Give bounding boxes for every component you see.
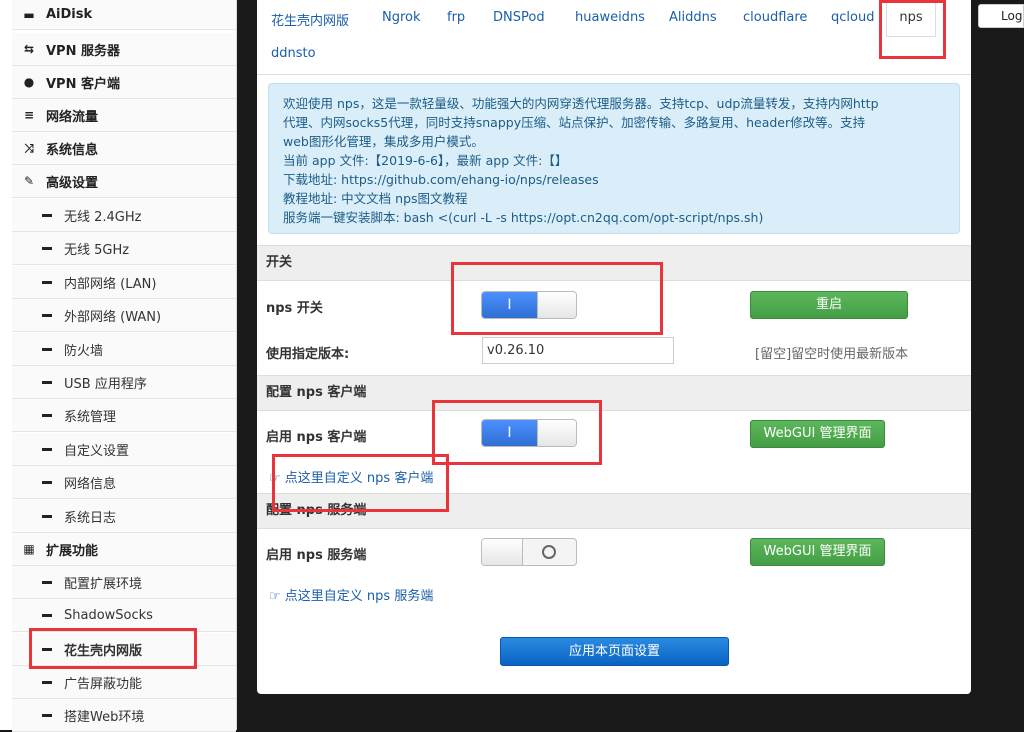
hand-point-icon: ☞ (269, 589, 281, 604)
sidebar-item-webenv[interactable]: 搭建Web环境 (12, 699, 236, 732)
globe-icon: ● (23, 75, 35, 89)
sidebar-item-adblock[interactable]: 广告屏蔽功能 (12, 666, 236, 699)
info-line: 欢迎使用 nps，这是一款轻量级、功能强大的内网穿透代理服务器。支持tcp、ud… (283, 96, 879, 111)
tab-ddnsto[interactable]: ddnsto (271, 46, 316, 61)
server-enable-label: 启用 nps 服务端 (266, 548, 367, 563)
info-line: 代理、内网socks5代理，同时支持snappy压缩、站点保护、加密传输、多路复… (283, 115, 866, 130)
tab-qcloud[interactable]: qcloud (831, 10, 874, 25)
version-label: 使用指定版本: (266, 347, 350, 362)
grid-icon: ▦ (23, 542, 35, 556)
server-custom-link[interactable]: ☞ 点这里自定义 nps 服务端 (269, 585, 433, 604)
server-enable-toggle[interactable] (481, 538, 577, 566)
sidebar-item-traffic[interactable]: ≡ 网络流量 (12, 99, 236, 132)
info-line: 下载地址: https://github.com/ehang-io/nps/re… (283, 172, 599, 187)
apply-settings-button[interactable]: 应用本页面设置 (500, 637, 729, 666)
sidebar-item-ext-env[interactable]: 配置扩展环境 (12, 566, 236, 599)
sidebar-item-wifi5[interactable]: 无线 5GHz (12, 232, 236, 265)
traffic-icon: ≡ (23, 108, 35, 122)
highlight-box (879, 0, 946, 59)
sidebar-item-custom[interactable]: 自定义设置 (12, 433, 236, 466)
sidebar-item-vpn-server[interactable]: ⇆ VPN 服务器 (12, 33, 236, 66)
log-button[interactable]: Log (978, 4, 1024, 28)
off-ring-icon (541, 544, 556, 559)
tab-dnspod[interactable]: DNSPod (493, 10, 545, 25)
sidebar-item-usb[interactable]: USB 应用程序 (12, 366, 236, 399)
info-line: 服务端一键安装脚本: bash <(curl -L -s https://opt… (283, 210, 764, 225)
sidebar-item-sysadmin[interactable]: 系统管理 (12, 399, 236, 432)
server-webgui-button[interactable]: WebGUI 管理界面 (750, 538, 885, 566)
info-box: 欢迎使用 nps，这是一款轻量级、功能强大的内网穿透代理服务器。支持tcp、ud… (268, 83, 960, 234)
tab-phtunnel[interactable]: 花生壳内网版 (271, 10, 349, 29)
highlight-box (432, 400, 602, 465)
tab-bar: 花生壳内网版 Ngrok frp DNSPod huaweidns Aliddn… (257, 0, 971, 75)
tab-huaweidns[interactable]: huaweidns (575, 10, 645, 25)
restart-button[interactable]: 重启 (750, 291, 908, 319)
sidebar: ▬ AiDisk ⇆ VPN 服务器 ● VPN 客户端 ≡ 网络流量 ⤨ 系统信息 ✎ 高… (0, 0, 237, 732)
shuffle-icon: ⤨ (24, 140, 34, 155)
sidebar-item-extensions[interactable]: ▦ 扩展功能 (12, 533, 236, 566)
sidebar-item-sysinfo[interactable]: ⤨ 系统信息 (12, 132, 236, 165)
client-enable-label: 启用 nps 客户端 (266, 430, 367, 445)
nps-switch-label: nps 开关 (266, 301, 323, 316)
hdd-icon: ▬ (23, 7, 35, 22)
tab-cloudflare[interactable]: cloudflare (743, 10, 807, 25)
highlight-box (272, 454, 449, 512)
wrench-icon: ✎ (23, 174, 35, 188)
sidebar-item-vpn-client[interactable]: ● VPN 客户端 (12, 66, 236, 99)
sidebar-item-advanced[interactable]: ✎ 高级设置 (12, 165, 236, 198)
info-line: 当前 app 文件:【2019-6-6】，最新 app 文件:【】 (283, 153, 568, 168)
sidebar-item-syslog[interactable]: 系统日志 (12, 500, 236, 533)
info-line: 教程地址: 中文文档 nps图文教程 (283, 191, 468, 206)
vpn-server-icon: ⇆ (23, 42, 35, 56)
sidebar-item-wifi24[interactable]: 无线 2.4GHz (12, 199, 236, 232)
sidebar-item-lan[interactable]: 内部网络 (LAN) (12, 266, 236, 299)
client-webgui-button[interactable]: WebGUI 管理界面 (750, 420, 885, 448)
tab-frp[interactable]: frp (447, 10, 465, 25)
sidebar-item-netinfo[interactable]: 网络信息 (12, 466, 236, 499)
highlight-box (451, 262, 663, 335)
tab-aliddns[interactable]: Aliddns (669, 10, 717, 25)
version-input[interactable]: v0.26.10 (482, 337, 674, 364)
info-line: web图形化管理，集成多用户模式。 (283, 134, 484, 149)
main-panel: 花生壳内网版 Ngrok frp DNSPod huaweidns Aliddn… (257, 0, 971, 694)
highlight-box (29, 628, 197, 669)
sidebar-item-wan[interactable]: 外部网络 (WAN) (12, 299, 236, 332)
version-hint: [留空]留空时使用最新版本 (755, 347, 909, 362)
sidebar-item-aidisk[interactable]: ▬ AiDisk (12, 0, 236, 30)
tab-ngrok[interactable]: Ngrok (382, 10, 421, 25)
section-client: 配置 nps 客户端 (257, 375, 971, 411)
sidebar-item-firewall[interactable]: 防火墙 (12, 333, 236, 366)
